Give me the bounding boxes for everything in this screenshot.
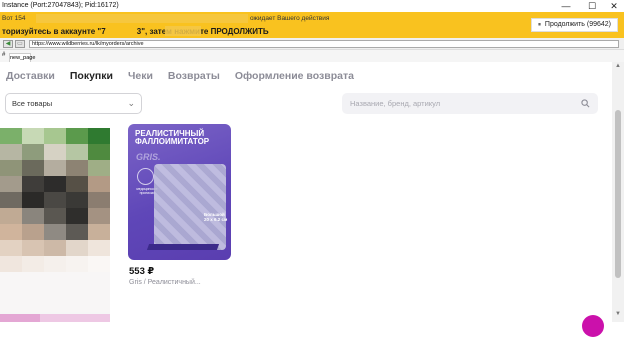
product-price: 553 ₽ — [129, 266, 155, 277]
product-title[interactable]: Gris / Реалистичный... — [129, 279, 201, 286]
nav-receipts[interactable]: Чеки — [128, 70, 153, 82]
page-scrollbar[interactable]: ▲ ▼ — [612, 62, 624, 322]
banner-instruction: торизуйтесь в аккаунте "7 3", затем нажм… — [2, 27, 269, 36]
product-image-pixelated[interactable] — [0, 128, 110, 322]
page-content: Доставки Покупки Чеки Возвраты Оформлени… — [0, 62, 612, 337]
window-titlebar: Instance (Port:27047843); Pid:16172) — ☐… — [0, 0, 624, 12]
scroll-thumb[interactable] — [615, 110, 621, 278]
product-image[interactable]: РЕАЛИСТИЧНЫЙ ФАЛЛОИМИТАТОР GRIS. медицин… — [128, 124, 231, 260]
orders-nav: Доставки Покупки Чеки Возвраты Оформлени… — [6, 70, 369, 82]
goods-filter-select[interactable]: Все товары ⌄ — [5, 93, 142, 114]
hand-badge-icon — [137, 168, 154, 185]
action-banner: Вот 154 ожидает Вашего действия торизуйт… — [0, 12, 624, 38]
banner-status-prefix: Вот 154 — [2, 15, 26, 22]
back-arrow-icon[interactable]: ◀ — [3, 40, 13, 48]
product-image-platform — [146, 244, 220, 250]
continue-button[interactable]: ⏸ Продолжить (99642) — [530, 18, 618, 32]
minimize-button[interactable]: — — [556, 0, 576, 12]
redacted-phone — [165, 26, 201, 36]
nav-returns[interactable]: Возвраты — [168, 70, 220, 82]
redacted-block — [36, 14, 248, 23]
url-input[interactable]: https://www.wildberries.ru/lk/myorders/a… — [29, 40, 619, 48]
nav-purchases[interactable]: Покупки — [70, 70, 113, 82]
continue-icon: ⏸ — [537, 22, 541, 28]
scroll-up-icon[interactable]: ▲ — [612, 63, 624, 73]
continue-label: Продолжить (99642) — [544, 21, 611, 28]
goods-filter-value: Все товары — [12, 99, 53, 108]
tab-hash-icon: # — [2, 52, 6, 58]
chat-fab-button[interactable] — [582, 315, 604, 337]
tab-strip: # new_page — [0, 50, 624, 62]
chevron-down-icon: ⌄ — [127, 98, 135, 108]
banner-status-suffix: ожидает Вашего действия — [250, 15, 330, 22]
window-title: Instance (Port:27047843); Pid:16172) — [2, 2, 119, 9]
nav-return-request[interactable]: Оформление возврата — [235, 70, 354, 82]
page-icon[interactable]: ▭ — [15, 40, 25, 48]
nav-deliveries[interactable]: Доставки — [6, 70, 55, 82]
product-image-blurred — [154, 164, 226, 250]
tab-new-page[interactable]: new_page — [9, 53, 35, 62]
product-image-brand: GRIS. — [136, 152, 161, 162]
maximize-button[interactable]: ☐ — [582, 0, 602, 12]
search-icon — [581, 99, 590, 108]
scroll-down-icon[interactable]: ▼ — [612, 311, 624, 321]
product-image-heading: РЕАЛИСТИЧНЫЙ ФАЛЛОИМИТАТОР — [135, 129, 210, 146]
search-input[interactable]: Название, бренд, артикул — [342, 93, 598, 114]
close-button[interactable]: ✕ — [604, 0, 624, 12]
address-bar: ◀ ▭ https://www.wildberries.ru/lk/myorde… — [0, 38, 624, 50]
search-placeholder: Название, бренд, артикул — [350, 99, 441, 108]
product-image-size: Большой 20 x 6.2 см — [204, 212, 228, 222]
